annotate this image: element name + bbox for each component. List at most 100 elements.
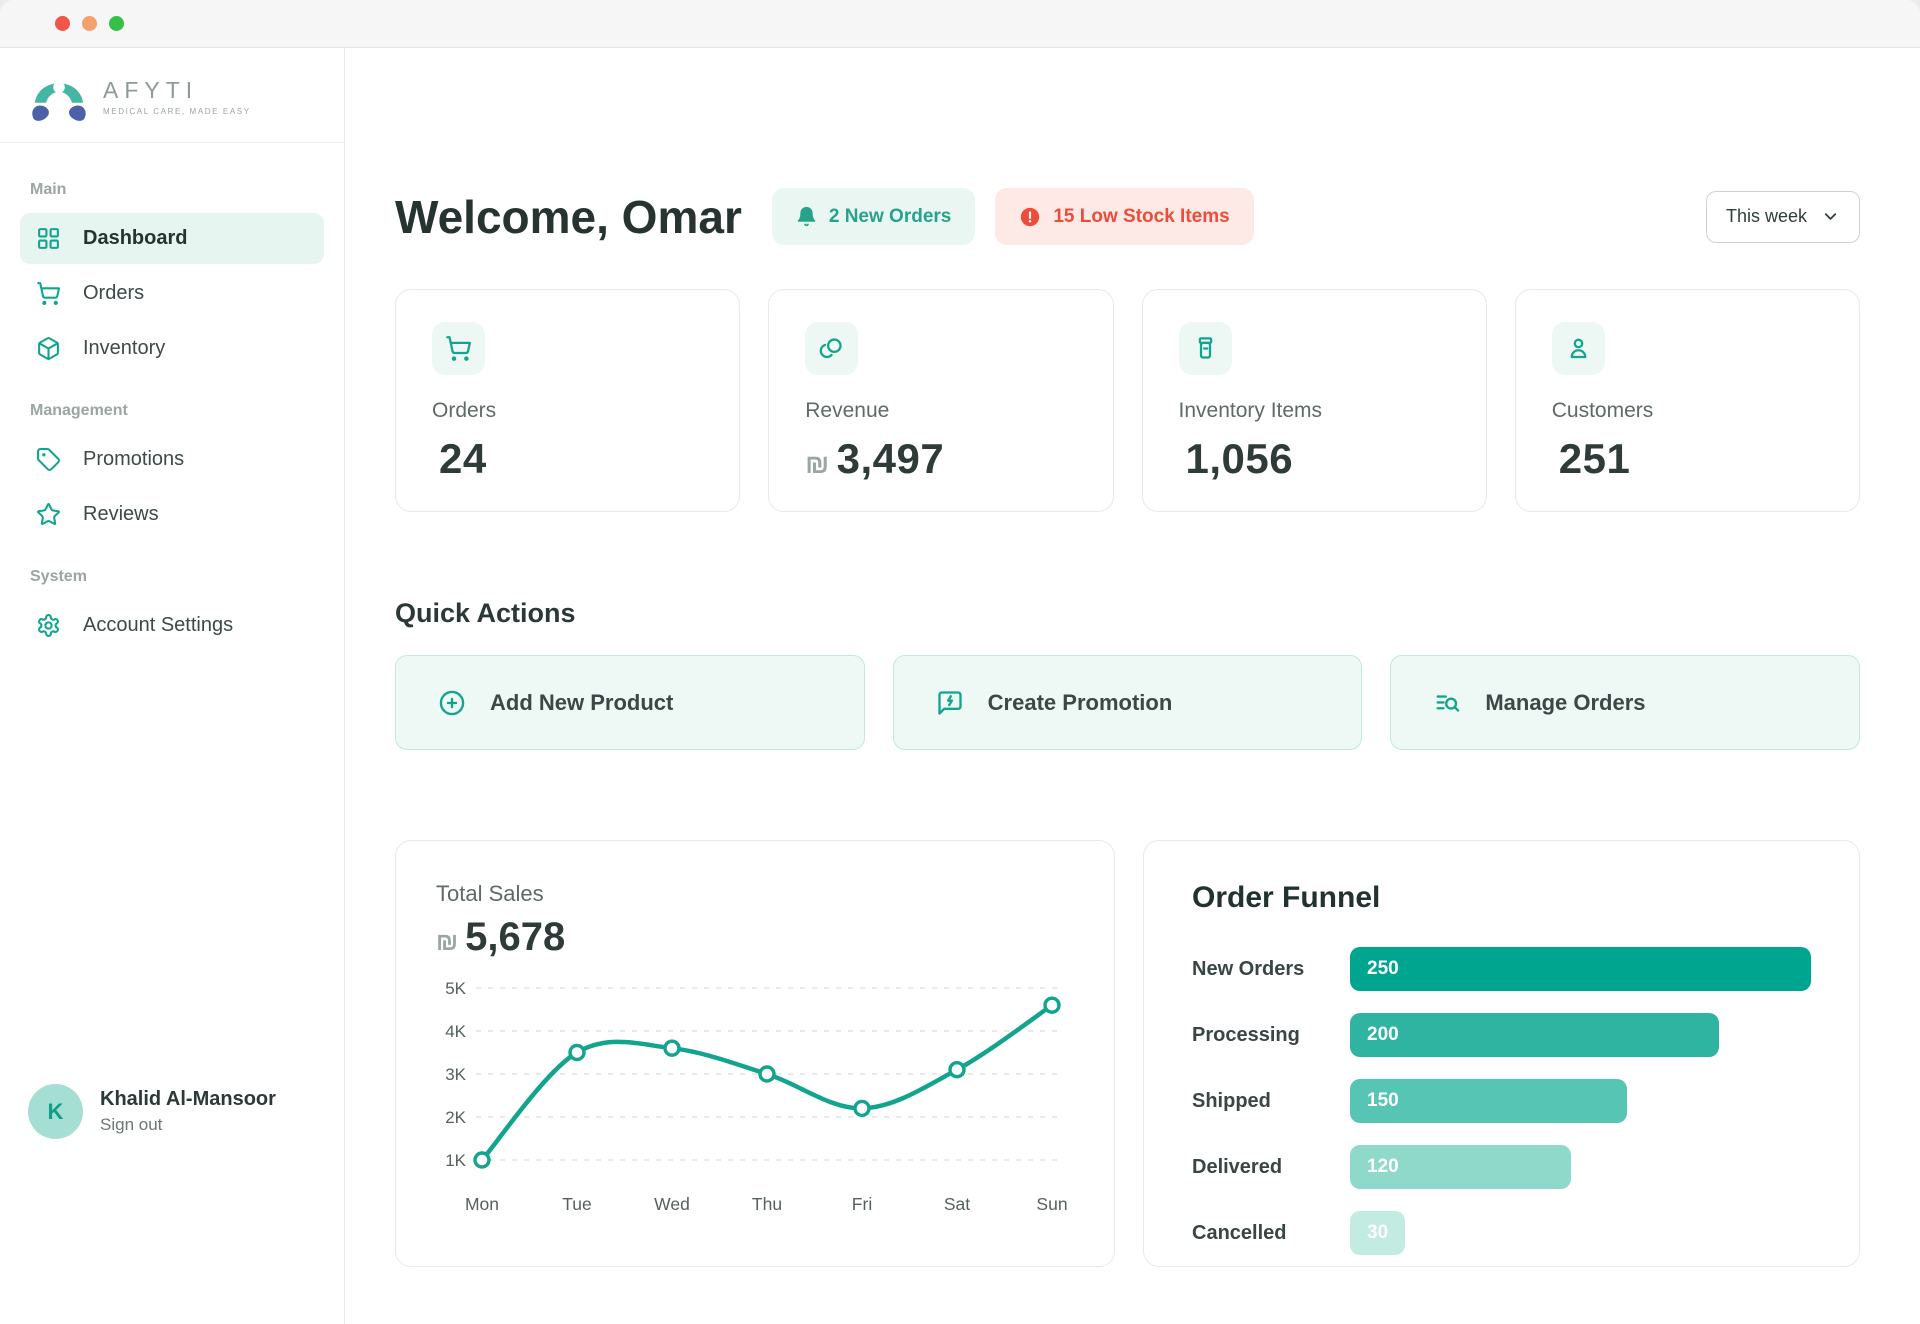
currency-symbol: ₪ (436, 928, 458, 956)
stats-row: Orders 24 Revenue ₪3,497 Inventory Items… (395, 289, 1860, 512)
svg-text:Fri: Fri (852, 1194, 872, 1214)
page-title: Welcome, Omar (395, 190, 742, 244)
avatar: K (28, 1084, 83, 1139)
nav-section-management: Management (30, 402, 314, 420)
svg-text:Sun: Sun (1036, 1194, 1067, 1214)
sidebar-item-label: Orders (83, 282, 144, 305)
brand-name: AFYTI (103, 77, 251, 104)
sidebar-item-label: Inventory (83, 337, 165, 360)
main-content: Welcome, Omar 2 New Orders 15 Low Stock … (345, 48, 1920, 1324)
total-sales-card: Total Sales ₪5,678 1K2K3K4K5KMonTueWedTh… (395, 840, 1115, 1267)
svg-text:Sat: Sat (944, 1194, 970, 1214)
stat-label: Customers (1552, 399, 1823, 423)
zoom-window-button[interactable] (109, 16, 124, 31)
alert-icon (1019, 206, 1041, 228)
svg-text:5K: 5K (445, 979, 466, 998)
stat-label: Orders (432, 399, 703, 423)
app-window: AFYTI MEDICAL CARE, MADE EASY Main Dashb… (0, 0, 1920, 1324)
sidebar-item-orders[interactable]: Orders (20, 268, 324, 319)
sign-out-link[interactable]: Sign out (100, 1115, 276, 1135)
svg-text:2K: 2K (445, 1108, 466, 1127)
page-header: Welcome, Omar 2 New Orders 15 Low Stock … (395, 188, 1860, 245)
stat-card-orders: Orders 24 (395, 289, 740, 512)
quick-actions-row: Add New Product Create Promotion Manage … (395, 655, 1860, 750)
stat-value: 1,056 (1186, 435, 1294, 482)
stat-value: 24 (439, 435, 487, 482)
quick-actions-title: Quick Actions (395, 598, 1860, 629)
sidebar-item-promotions[interactable]: Promotions (20, 434, 324, 485)
charts-row: Total Sales ₪5,678 1K2K3K4K5KMonTueWedTh… (395, 840, 1860, 1267)
funnel-label: Shipped (1192, 1090, 1350, 1113)
sidebar-nav: Main Dashboard Orders Inventory Manageme… (0, 143, 344, 655)
stat-value: 251 (1559, 435, 1631, 482)
quick-action-label: Manage Orders (1485, 690, 1645, 716)
period-select[interactable]: This week (1706, 191, 1860, 243)
nav-section-system: System (30, 568, 314, 586)
stat-card-inventory: Inventory Items 1,056 (1142, 289, 1487, 512)
total-sales-value: 5,678 (465, 915, 565, 959)
bell-icon (796, 206, 817, 227)
svg-text:Wed: Wed (654, 1194, 690, 1214)
low-stock-badge[interactable]: 15 Low Stock Items (995, 188, 1253, 245)
svg-text:Mon: Mon (465, 1194, 499, 1214)
cart-icon (36, 281, 61, 306)
afyti-logo-icon (28, 68, 90, 124)
funnel-row-shipped: Shipped 150 (1192, 1079, 1811, 1123)
funnel-bar: 120 (1350, 1145, 1571, 1189)
stat-card-customers: Customers 251 (1515, 289, 1860, 512)
funnel-bar: 200 (1350, 1013, 1719, 1057)
funnel-label: Cancelled (1192, 1222, 1350, 1245)
create-promotion-button[interactable]: Create Promotion (893, 655, 1363, 750)
star-icon (36, 502, 61, 527)
svg-text:1K: 1K (445, 1151, 466, 1170)
funnel-label: Processing (1192, 1024, 1350, 1047)
stat-card-revenue: Revenue ₪3,497 (768, 289, 1113, 512)
add-new-product-button[interactable]: Add New Product (395, 655, 865, 750)
funnel-bar: 30 (1350, 1211, 1405, 1255)
coins-icon (818, 335, 845, 362)
quick-action-label: Add New Product (490, 690, 673, 716)
period-select-value: This week (1726, 206, 1807, 227)
sidebar-item-reviews[interactable]: Reviews (20, 489, 324, 540)
stat-label: Inventory Items (1179, 399, 1450, 423)
funnel-row-processing: Processing 200 (1192, 1013, 1811, 1057)
total-sales-line-chart: 1K2K3K4K5KMonTueWedThuFriSatSun (436, 976, 1074, 1223)
close-window-button[interactable] (55, 16, 70, 31)
pill-bottle-icon (1192, 335, 1219, 362)
search-list-icon (1433, 689, 1461, 717)
funnel-label: Delivered (1192, 1156, 1350, 1179)
stat-label: Revenue (805, 399, 1076, 423)
sidebar-item-inventory[interactable]: Inventory (20, 323, 324, 374)
minimize-window-button[interactable] (82, 16, 97, 31)
dashboard-icon (36, 226, 61, 251)
nav-section-main: Main (30, 181, 314, 199)
sidebar-item-dashboard[interactable]: Dashboard (20, 213, 324, 264)
funnel-bar: 250 (1350, 947, 1811, 991)
promotion-icon (936, 689, 964, 717)
manage-orders-button[interactable]: Manage Orders (1390, 655, 1860, 750)
quick-action-label: Create Promotion (988, 690, 1173, 716)
funnel-bar: 150 (1350, 1079, 1627, 1123)
brand-logo: AFYTI MEDICAL CARE, MADE EASY (0, 48, 344, 143)
sidebar-item-label: Promotions (83, 448, 184, 471)
sidebar-item-account-settings[interactable]: Account Settings (20, 600, 324, 651)
funnel-row-cancelled: Cancelled 30 (1192, 1211, 1811, 1255)
chevron-down-icon (1821, 207, 1840, 226)
plus-circle-icon (438, 689, 466, 717)
sidebar-item-label: Reviews (83, 503, 159, 526)
window-titlebar (0, 0, 1920, 48)
tag-icon (36, 447, 61, 472)
user-name: Khalid Al-Mansoor (100, 1088, 276, 1111)
new-orders-badge[interactable]: 2 New Orders (772, 188, 976, 245)
funnel-label: New Orders (1192, 958, 1350, 981)
user-profile: K Khalid Al-Mansoor Sign out (0, 1084, 344, 1324)
sidebar-item-label: Dashboard (83, 227, 187, 250)
gear-icon (36, 613, 61, 638)
package-icon (36, 336, 61, 361)
funnel-row-delivered: Delivered 120 (1192, 1145, 1811, 1189)
total-sales-title: Total Sales (436, 881, 1074, 907)
brand-tagline: MEDICAL CARE, MADE EASY (103, 107, 251, 116)
order-funnel-card: Order Funnel New Orders 250 Processing 2… (1143, 840, 1860, 1267)
svg-text:4K: 4K (445, 1022, 466, 1041)
stat-value: 3,497 (837, 435, 945, 482)
